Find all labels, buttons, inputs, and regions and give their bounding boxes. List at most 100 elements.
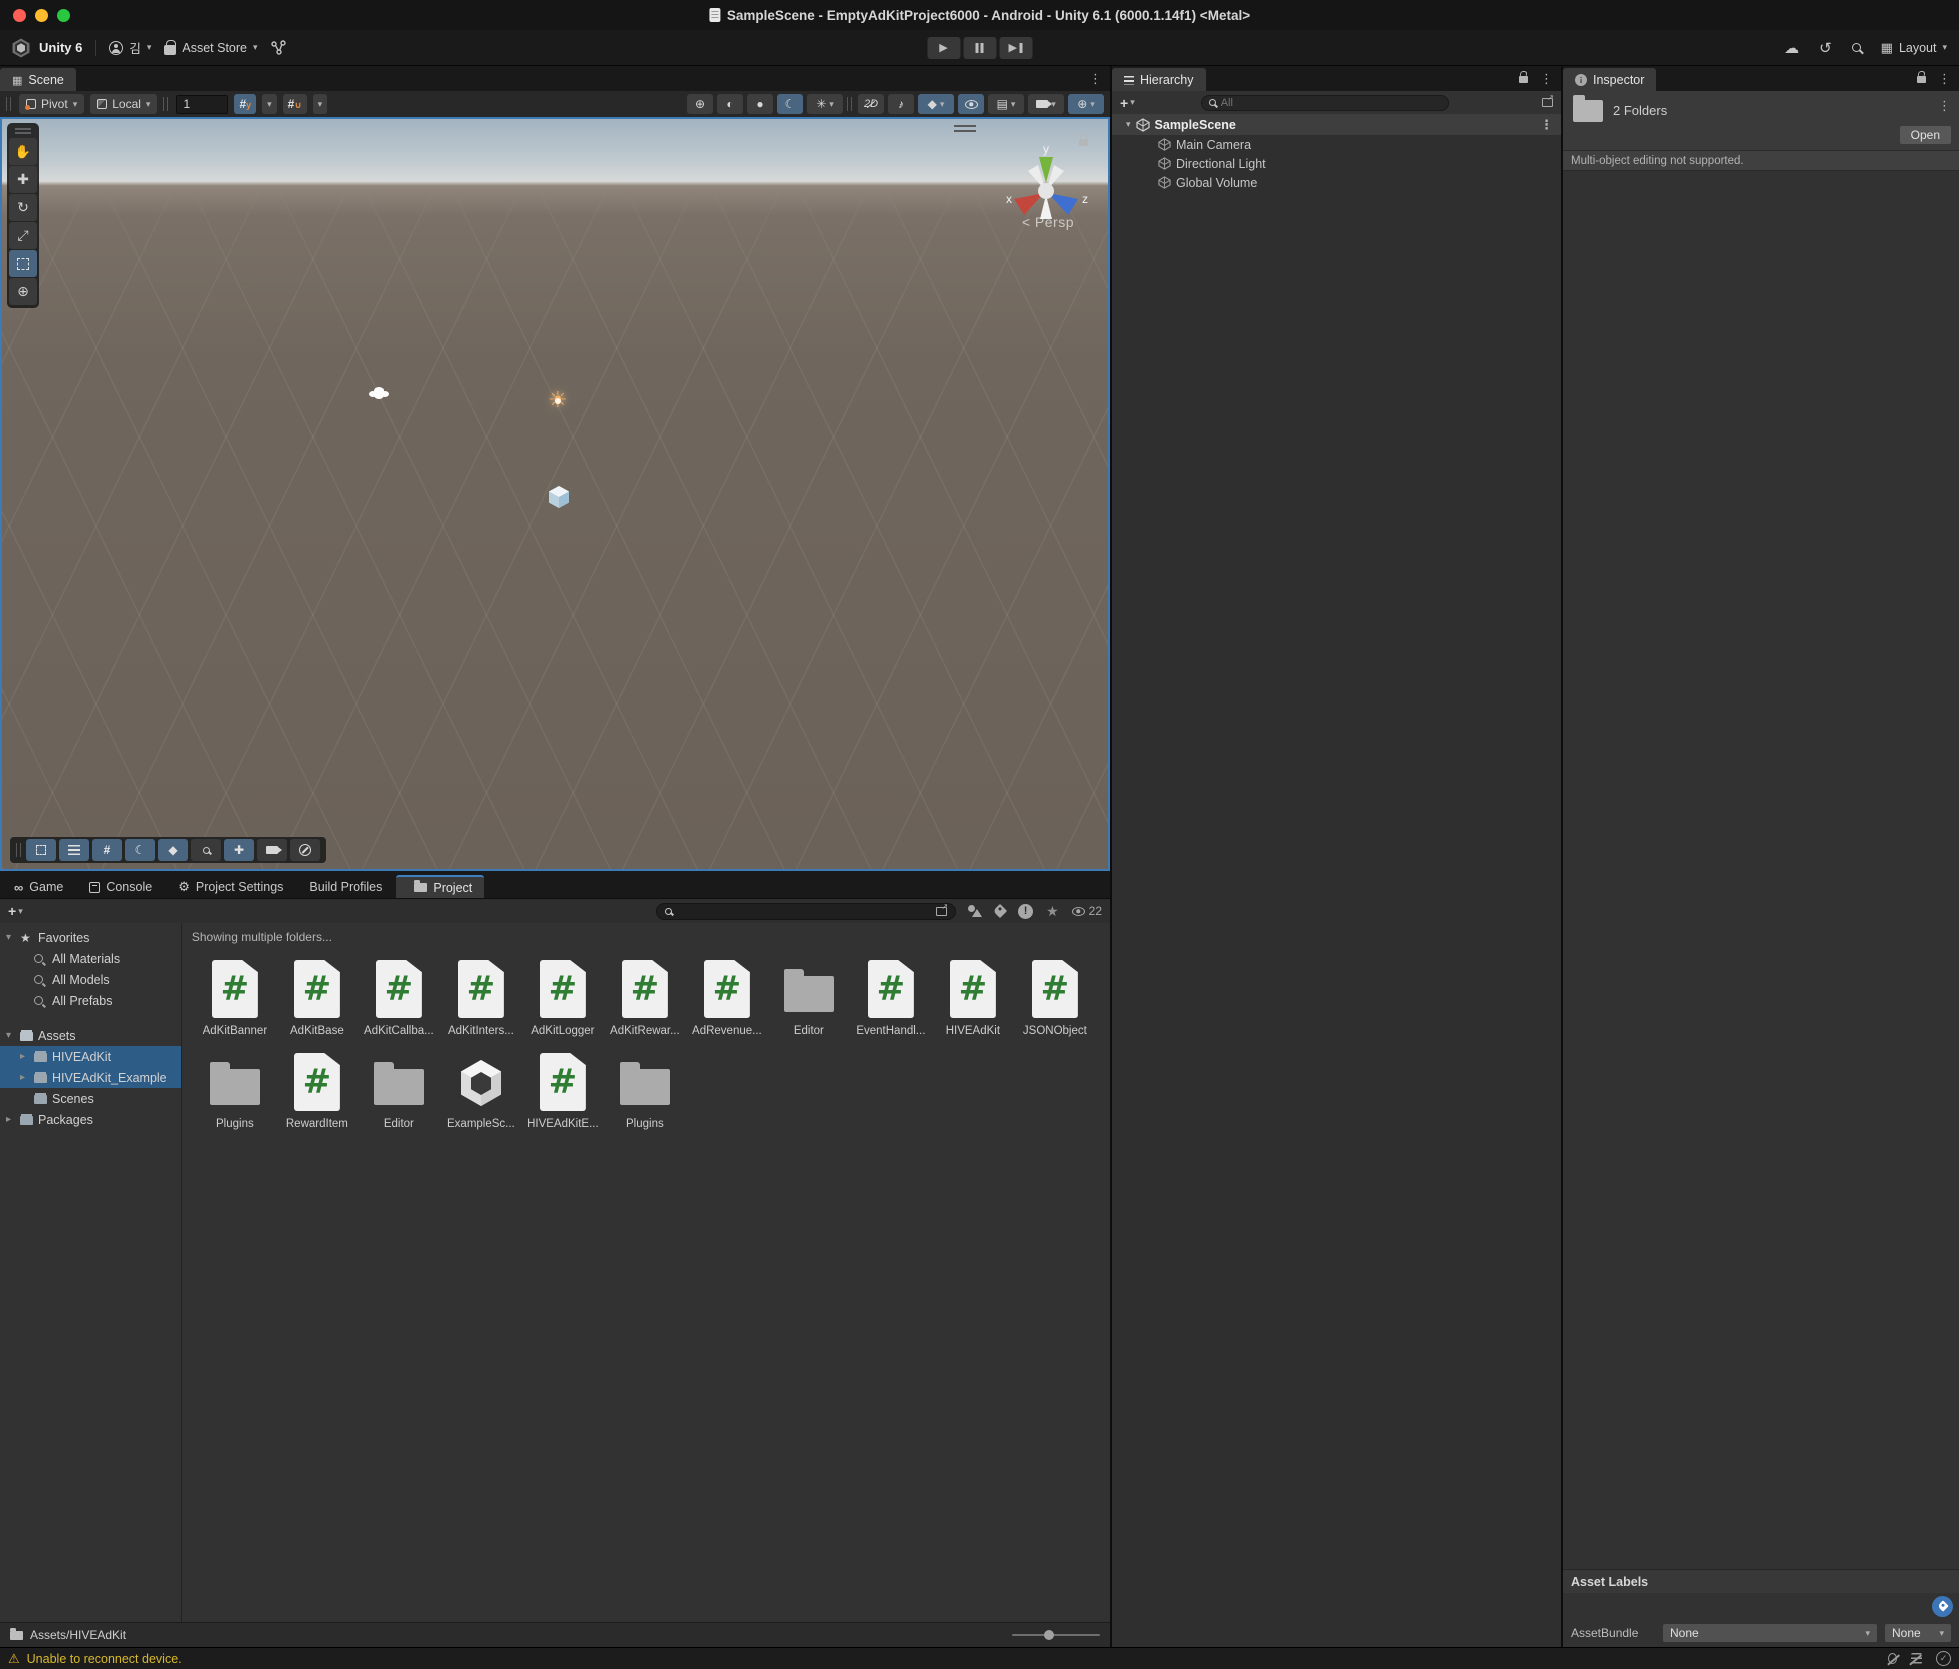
- expand-arrow-icon[interactable]: [20, 1051, 34, 1062]
- layers-dropdown[interactable]: ▤▾: [988, 94, 1024, 114]
- file-item[interactable]: # Exa: [440, 1051, 522, 1130]
- lock-icon[interactable]: [1917, 76, 1926, 83]
- toolbar-drag-handle[interactable]: [6, 97, 11, 111]
- transform-tool-button[interactable]: ⊕: [9, 278, 37, 305]
- expand-arrow-icon[interactable]: [6, 932, 20, 943]
- overlay-drag-handle[interactable]: [15, 128, 31, 134]
- project-content[interactable]: Showing multiple folders... #: [182, 923, 1110, 1622]
- project-search[interactable]: [656, 903, 956, 920]
- grid-snap-toggle[interactable]: #y: [234, 94, 256, 114]
- file-item[interactable]: # AdK: [440, 958, 522, 1037]
- 2d-toggle[interactable]: 2D: [858, 94, 884, 114]
- hierarchy-search[interactable]: [1201, 95, 1449, 111]
- bottom-tab[interactable]: Console: [77, 875, 164, 898]
- pivot-mode-button[interactable]: Pivot ▾: [19, 94, 84, 114]
- tab-scene[interactable]: ▦ Scene: [0, 68, 76, 91]
- hierarchy-empty-area[interactable]: [1112, 192, 1561, 1647]
- file-item[interactable]: # AdK: [358, 958, 440, 1037]
- search-overlay-button[interactable]: [191, 839, 221, 861]
- camera-gizmo[interactable]: [374, 387, 384, 395]
- handle-space-button[interactable]: Local ▾: [90, 94, 157, 114]
- file-item[interactable]: # AdK: [276, 958, 358, 1037]
- sidebar-row[interactable]: Favorites: [0, 927, 181, 948]
- asset-labels-header[interactable]: Asset Labels: [1563, 1569, 1959, 1593]
- expand-arrow-icon[interactable]: ▾: [1126, 119, 1131, 130]
- filter-by-type-icon[interactable]: [968, 905, 982, 917]
- file-item[interactable]: # AdK: [522, 958, 604, 1037]
- file-item[interactable]: # Edi: [358, 1051, 440, 1130]
- icon-size-slider[interactable]: [1012, 1634, 1100, 1636]
- scene-cube-gizmo[interactable]: [548, 485, 570, 509]
- debug-draw-mode-button[interactable]: ✳▾: [807, 94, 843, 114]
- more-menu-icon[interactable]: ⋮: [1938, 71, 1951, 87]
- file-item[interactable]: # Plu: [194, 1051, 276, 1130]
- file-item[interactable]: # AdR: [686, 958, 768, 1037]
- lighting-overlay-button[interactable]: ☾: [125, 839, 155, 861]
- file-item[interactable]: # Plu: [604, 1051, 686, 1130]
- scene-header-row[interactable]: ▾ SampleScene ⋮: [1112, 114, 1561, 135]
- minimize-window-button[interactable]: [35, 9, 48, 22]
- add-label-button[interactable]: [1932, 1596, 1953, 1617]
- file-item[interactable]: # JSO: [1014, 958, 1096, 1037]
- zoom-window-button[interactable]: [57, 9, 70, 22]
- file-item[interactable]: # Rew: [276, 1051, 358, 1130]
- lighting-toggle[interactable]: ☾: [777, 94, 803, 114]
- create-object-button[interactable]: +▾: [1120, 95, 1135, 111]
- shading-mode-button[interactable]: ⊕: [687, 94, 713, 114]
- status-message[interactable]: Unable to reconnect device.: [27, 1652, 182, 1666]
- sidebar-row[interactable]: All Prefabs: [0, 990, 181, 1011]
- step-button[interactable]: ▶: [999, 37, 1032, 59]
- file-item[interactable]: # Edi: [768, 958, 850, 1037]
- importance-filter-icon[interactable]: !: [1018, 904, 1033, 919]
- gizmos-dropdown[interactable]: ⊕▾: [1068, 94, 1104, 114]
- grid-visibility-button[interactable]: #: [92, 839, 122, 861]
- sidebar-row[interactable]: All Models: [0, 969, 181, 990]
- overlay-drag-handle[interactable]: [954, 125, 976, 132]
- grid-snap-dropdown[interactable]: ▾: [262, 94, 277, 114]
- undo-history-icon[interactable]: ↺: [1819, 39, 1832, 57]
- account-menu[interactable]: 김 ▾: [109, 38, 151, 57]
- file-item[interactable]: # AdK: [604, 958, 686, 1037]
- debugger-disabled-icon[interactable]: [1888, 1653, 1897, 1664]
- filter-by-label-icon[interactable]: [993, 904, 1007, 918]
- close-window-button[interactable]: [13, 9, 26, 22]
- tab-hierarchy[interactable]: Hierarchy: [1112, 68, 1206, 91]
- scene-options-icon[interactable]: ⋮: [1540, 117, 1553, 133]
- sidebar-row[interactable]: Packages: [0, 1109, 181, 1130]
- hierarchy-search-input[interactable]: [1221, 97, 1441, 109]
- effects-toggle[interactable]: ◆▾: [918, 94, 954, 114]
- search-icon[interactable]: [1852, 43, 1861, 52]
- hand-tool-button[interactable]: ✋: [9, 138, 37, 165]
- bottom-tab[interactable]: Build Profiles: [297, 875, 394, 898]
- scene-visibility-toggle[interactable]: [958, 94, 984, 114]
- expand-arrow-icon[interactable]: [6, 1030, 20, 1041]
- scene-viewport[interactable]: ☀ y: [0, 117, 1110, 871]
- asset-store-menu[interactable]: Asset Store ▾: [164, 41, 257, 55]
- scale-tool-button[interactable]: ⤢: [9, 222, 37, 249]
- snap-settings-dropdown[interactable]: ▾: [313, 94, 328, 114]
- project-search-input[interactable]: [678, 905, 930, 917]
- file-item[interactable]: # AdK: [194, 958, 276, 1037]
- file-item[interactable]: # HIV: [522, 1051, 604, 1130]
- gizmo-visibility-button[interactable]: ◆: [158, 839, 188, 861]
- lock-icon[interactable]: [1519, 76, 1528, 83]
- expand-arrow-icon[interactable]: [20, 1072, 34, 1083]
- tab-inspector[interactable]: ! Inspector: [1563, 68, 1656, 91]
- status-ok-icon[interactable]: ✓: [1936, 1651, 1951, 1666]
- favorites-filter-icon[interactable]: ★: [1046, 903, 1059, 920]
- rotate-tool-button[interactable]: ↻: [9, 194, 37, 221]
- open-in-window-icon[interactable]: [1542, 98, 1553, 107]
- file-item[interactable]: # Eve: [850, 958, 932, 1037]
- cache-disabled-icon[interactable]: [1911, 1653, 1922, 1664]
- hierarchy-item[interactable]: Global Volume: [1112, 173, 1561, 192]
- create-asset-button[interactable]: +▾: [8, 903, 23, 919]
- version-control-icon[interactable]: [271, 40, 287, 55]
- cloud-services-icon[interactable]: ☁: [1784, 39, 1799, 57]
- bottom-tab[interactable]: Game: [2, 875, 75, 898]
- slider-knob[interactable]: [1044, 1630, 1054, 1640]
- more-menu-icon[interactable]: ⋮: [1089, 71, 1102, 87]
- assetbundle-variant-dropdown[interactable]: None ▾: [1885, 1624, 1951, 1642]
- expand-arrow-icon[interactable]: [6, 1114, 20, 1125]
- shaded-wireframe-button[interactable]: ◐: [717, 94, 743, 114]
- sidebar-row[interactable]: All Materials: [0, 948, 181, 969]
